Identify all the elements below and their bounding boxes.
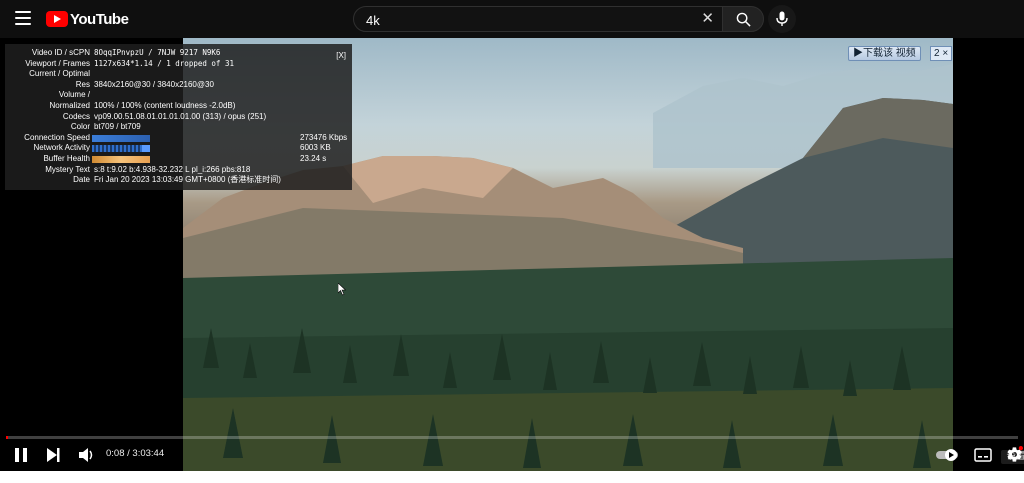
progress-bar-played [6,436,8,439]
download-video-button[interactable]: ▶下载该 视频 [848,46,921,61]
stats-row: Viewport / Frames 1127x634*1.14 / 1 dropp… [5,59,352,70]
page-bottom-strip [0,471,1024,483]
stats-value: 1127x634*1.14 / 1 dropped of 31 [94,58,234,68]
stats-key: Color [70,122,90,132]
autoplay-toggle-icon [936,449,958,461]
stats-for-nerds-panel: [X] Video ID / sCPN 8OqqIPnvpzU / 7NJW 92… [5,44,352,190]
stats-key: Viewport / Frames [25,58,90,68]
search-input[interactable] [364,10,698,30]
stats-value: 23.24 s [300,154,327,163]
search-box: ✕ [353,6,723,32]
pause-button[interactable] [14,447,28,468]
mouse-cursor-icon [338,283,346,296]
stats-row: Network Activity 6003 KB [5,143,352,154]
next-button[interactable] [46,447,61,468]
stats-key: Video ID / sCPN [31,48,90,57]
settings-button[interactable] [1006,446,1023,468]
masthead: YouTube ✕ [0,0,1024,38]
stats-row: Date Fri Jan 20 2023 13:03:49 GMT+0800 (香… [5,175,352,186]
stats-value: 6003 KB [300,143,331,153]
stats-key: Codecs [62,111,90,121]
gear-icon [1007,446,1023,462]
mute-button[interactable] [78,447,95,468]
stats-row: Video ID / sCPN 8OqqIPnvpzU / 7NJW 9217 N… [5,48,352,59]
stats-value: 8OqqIPnvpzU / 7NJW 9217 N9K6 [94,48,221,57]
youtube-logo[interactable]: YouTube [46,10,129,28]
youtube-wordmark: YouTube [70,10,129,28]
stats-row: Buffer Health 23.24 s [5,154,352,165]
clear-search-icon[interactable]: ✕ [701,11,714,27]
stats-row: Volume / [5,90,352,101]
stats-key: Connection Speed [24,132,90,142]
subtitles-icon [974,448,992,462]
stats-value: 100% / 100% (content loudness -2.0dB) [94,101,236,110]
subtitles-button[interactable] [974,448,992,467]
stats-value: 3840x2160@30 / 3840x2160@30 [94,79,214,89]
search-icon [736,12,751,27]
stats-row: Current / Optimal [5,69,352,80]
youtube-play-icon [46,11,68,27]
menu-icon[interactable] [15,11,31,25]
buffer-health-graph [92,156,150,163]
stats-value: Fri Jan 20 2023 13:03:49 GMT+0800 (香港标准时… [94,175,281,185]
stats-row: Res 3840x2160@30 / 3840x2160@30 [5,80,352,91]
stats-key: Mystery Text [45,164,90,174]
volume-icon [79,448,93,462]
stats-key: Res [75,79,90,89]
autoplay-toggle[interactable] [936,448,960,467]
stats-key: Network Activity [33,143,90,153]
stats-key: Volume / [58,90,90,100]
network-activity-spike [142,145,150,153]
progress-bar[interactable] [6,436,1018,439]
stats-value: vp09.00.51.08.01.01.01.01.00 (313) / opu… [94,111,267,121]
stats-key: Current / Optimal [29,69,90,79]
stats-value: 273476 Kbps [300,132,348,142]
pause-icon [15,448,27,462]
stats-key: Date [73,175,90,185]
stats-row: Mystery Text s:8 t:9.02 b:4.938-32.232 L … [5,165,352,176]
stats-value: s:8 t:9.02 b:4.938-32.232 L pl_i:266 pbs… [94,164,251,174]
stats-key: Buffer Health [43,154,90,163]
time-display: 0:08 / 3:03:44 [106,448,165,459]
stats-row: Normalized 100% / 100% (content loudness … [5,101,352,112]
voice-search-button[interactable] [768,5,796,33]
download-count-badge[interactable]: 2 × [930,46,953,61]
stats-key: Normalized [49,101,90,110]
stats-row: Codecs vp09.00.51.08.01.01.01.01.00 (313)… [5,112,352,123]
connection-speed-graph [92,134,150,142]
skip-next-icon [47,448,60,462]
search-button[interactable] [722,6,764,32]
microphone-icon [776,11,788,26]
stats-row: Connection Speed 273476 Kbps [5,133,352,144]
stats-row: Color bt709 / bt709 [5,122,352,133]
stats-value: bt709 / bt709 [94,122,141,132]
